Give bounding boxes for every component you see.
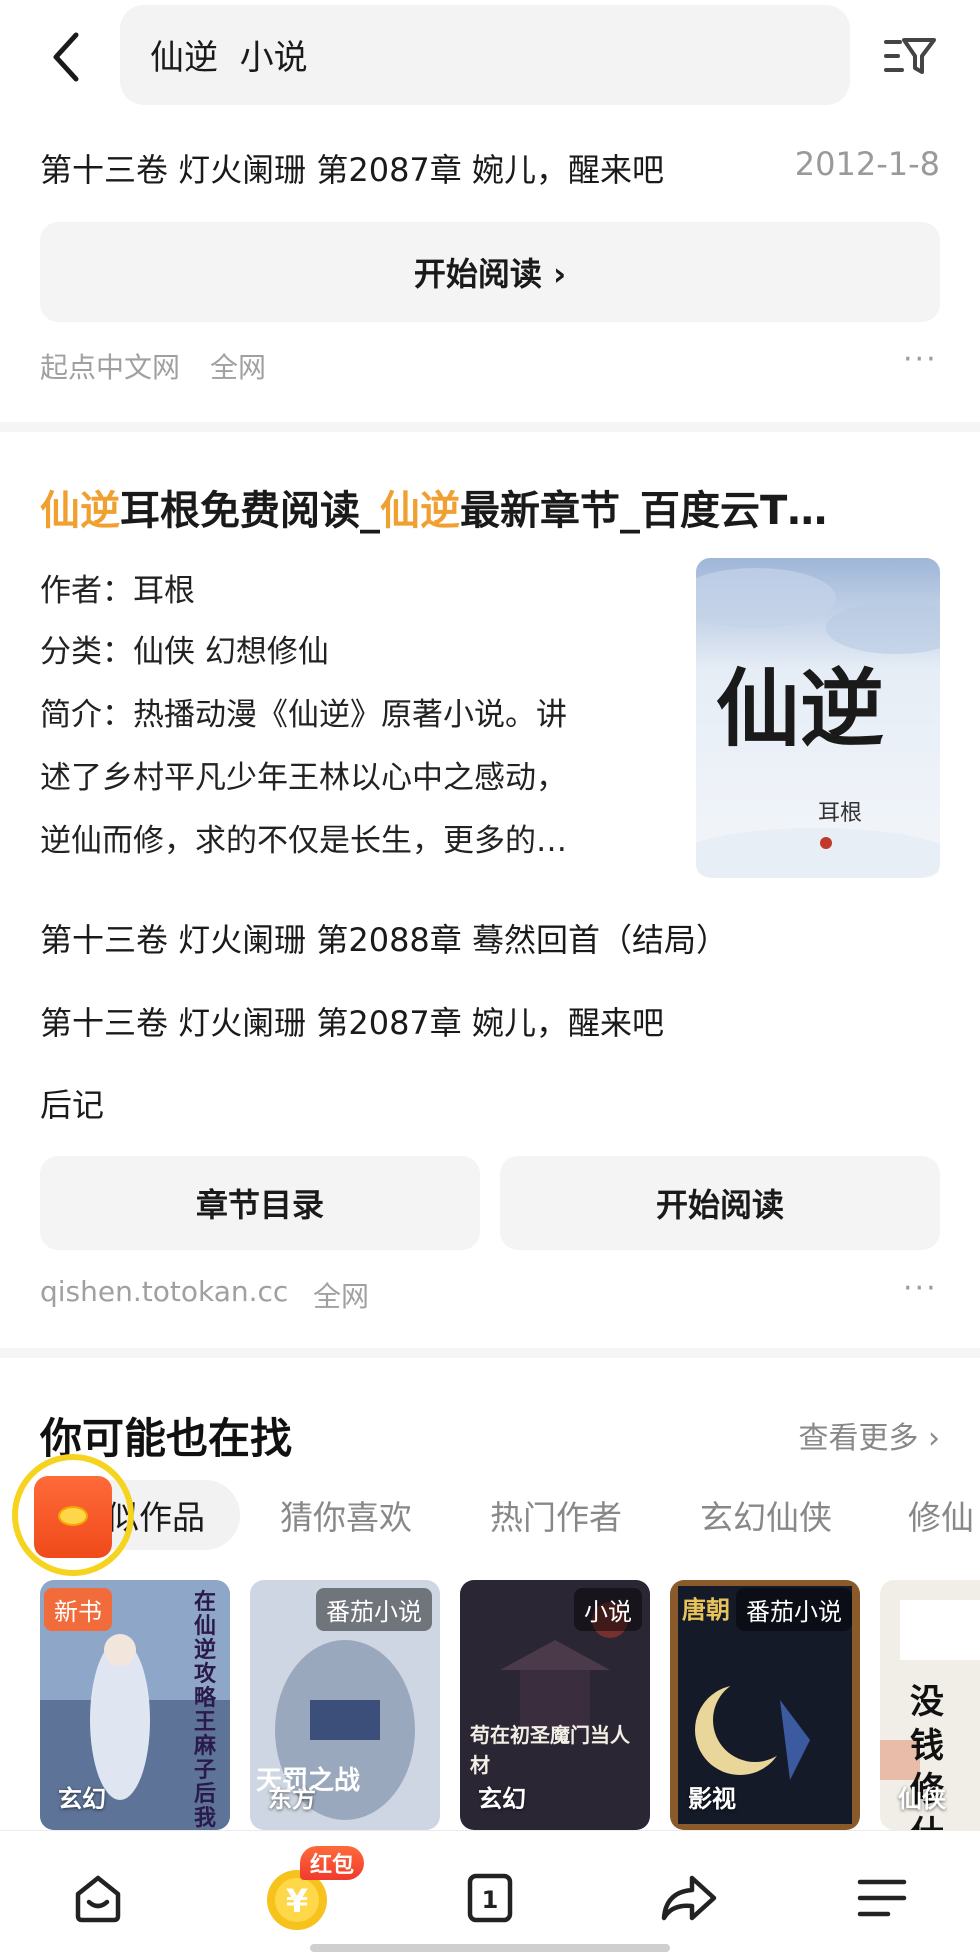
book-badge: 番茄小说	[736, 1588, 852, 1631]
author-line: 作者：耳根	[40, 573, 195, 609]
result1-source[interactable]: 起点中文网	[40, 346, 180, 386]
back-arrow-icon	[53, 32, 79, 82]
chapter-link[interactable]: 后记	[40, 1080, 104, 1126]
book-card[interactable]: 天罚之战 番茄小说 东方	[250, 1580, 440, 1830]
nav-menu-button[interactable]	[842, 1858, 922, 1938]
tabs-icon: 1	[467, 1873, 513, 1923]
book-genre: 仙侠	[898, 1785, 946, 1813]
title-highlight: 仙逆	[380, 488, 460, 534]
table-of-contents-button[interactable]: 章节目录	[40, 1156, 480, 1250]
nav-share-button[interactable]	[648, 1858, 728, 1938]
result1-chapter-link[interactable]: 第十三卷 灯火阑珊 第2087章 婉儿，醒来吧	[40, 145, 664, 191]
menu-icon	[857, 1879, 907, 1917]
book-art-title: 在仙逆攻略王麻子后我逆天了	[194, 1589, 217, 1830]
nav-tabs-button[interactable]: 1	[450, 1858, 530, 1938]
result1-start-reading-button[interactable]: 开始阅读 ›	[40, 222, 940, 322]
chapter-link[interactable]: 第十三卷 灯火阑珊 第2087章 婉儿，醒来吧	[40, 998, 664, 1044]
book-badge: 小说	[574, 1588, 642, 1631]
book-cover[interactable]: 仙逆 耳根	[696, 558, 940, 878]
result1-more-button[interactable]: ···	[903, 342, 938, 377]
red-packet-clasp	[58, 1506, 88, 1526]
home-indicator[interactable]	[310, 1944, 670, 1952]
title-highlight: 仙逆	[40, 488, 120, 534]
cover-title: 仙逆	[716, 659, 884, 758]
search-query-text: 仙逆 小说	[150, 38, 308, 78]
result2-start-reading-button[interactable]: 开始阅读	[500, 1156, 940, 1250]
see-more-link[interactable]: 查看更多 ›	[798, 1413, 940, 1457]
result2-scope: 全网	[313, 1280, 370, 1313]
section-divider	[0, 1348, 980, 1358]
intro-line: 述了乡村平凡少年王林以心中之感动，	[40, 760, 567, 796]
book-genre: 影视	[688, 1785, 736, 1813]
book-genre: 东方	[268, 1785, 316, 1813]
book-genre: 玄幻	[478, 1785, 526, 1813]
share-icon	[661, 1875, 717, 1921]
tag-xuanhuan-xianxia[interactable]: 玄幻仙侠	[700, 1480, 832, 1550]
coin-symbol: ¥	[286, 1882, 308, 1920]
back-button[interactable]	[36, 22, 96, 92]
title-text: 最新章节_百度云T…	[460, 488, 828, 534]
result1-date: 2012-1-8	[794, 145, 940, 183]
red-packet-badge: 红包	[300, 1846, 365, 1880]
cover-author: 耳根	[818, 801, 862, 826]
result2-more-button[interactable]: ···	[903, 1271, 938, 1306]
category-line: 分类：仙侠 幻想修仙	[40, 634, 329, 670]
intro-line: 简介：热播动漫《仙逆》原著小说。讲	[40, 697, 567, 733]
intro-line: 逆仙而修，求的不仅是长生，更多的…	[40, 823, 567, 859]
tag-guess-you-like[interactable]: 猜你喜欢	[280, 1480, 412, 1550]
result1-scope: 全网	[210, 351, 267, 384]
book-badge: 新书	[44, 1588, 112, 1631]
home-icon	[75, 1875, 121, 1923]
chapter-link[interactable]: 第十三卷 灯火阑珊 第2088章 蓦然回首（结局）	[40, 915, 728, 961]
cover-art: 仙逆 耳根	[696, 558, 940, 878]
book-art-title: 唐朝	[682, 1595, 730, 1624]
result2-source[interactable]: qishen.totokan.cc	[40, 1275, 288, 1308]
filter-icon	[884, 38, 936, 74]
tag-cultivation[interactable]: 修仙	[908, 1480, 980, 1550]
tag-popular-authors[interactable]: 热门作者	[490, 1480, 622, 1550]
book-card[interactable]: 在仙逆攻略王麻子后我逆天了 新书 玄幻	[40, 1580, 230, 1830]
book-badge: 番茄小说	[316, 1588, 432, 1631]
tab-count: 1	[482, 1886, 499, 1914]
book-genre: 玄幻	[58, 1785, 106, 1813]
book-card[interactable]: 唐朝 番茄小说 影视	[670, 1580, 860, 1830]
book-card[interactable]: 苟在初圣魔门当人材 小说 玄幻	[460, 1580, 650, 1830]
book-card[interactable]: 没钱修什么 仙侠	[880, 1580, 980, 1830]
result2-title[interactable]: 仙逆耳根免费阅读_仙逆最新章节_百度云T…	[40, 478, 940, 536]
section-divider	[0, 422, 980, 432]
nav-home-button[interactable]	[58, 1858, 138, 1938]
book-art-title: 苟在初圣魔门当人材	[470, 1723, 630, 1777]
title-text: 耳根免费阅读_	[120, 488, 380, 534]
filter-button[interactable]	[880, 28, 940, 84]
